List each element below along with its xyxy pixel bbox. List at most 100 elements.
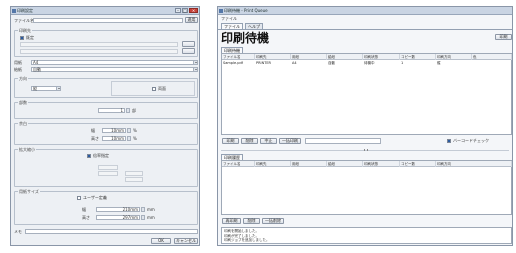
margin-width-value: 10mm xyxy=(111,128,124,133)
scaling-enable-checkbox[interactable] xyxy=(87,154,91,158)
settings-window-title: 印刷設定 xyxy=(17,8,33,13)
col-status[interactable]: 印刷状態 xyxy=(363,54,400,60)
scaling-group-label: 拡大縮小 xyxy=(18,147,36,152)
maximize-button[interactable]: □ xyxy=(182,8,188,13)
scale-field-3[interactable] xyxy=(125,171,143,176)
margin-width-label: 幅 xyxy=(91,128,95,133)
custom-width-spinner-icon[interactable] xyxy=(141,207,145,212)
printer-group-label: 印刷先 xyxy=(18,28,32,33)
custom-size-checkbox[interactable] xyxy=(77,196,81,200)
port-field[interactable] xyxy=(20,49,178,54)
source-dropdown-icon[interactable] xyxy=(193,68,197,71)
printer-setup-button[interactable] xyxy=(182,48,195,54)
cell-source: 自動 xyxy=(328,61,335,65)
filename-field[interactable] xyxy=(33,18,183,23)
custom-width-unit: mm xyxy=(147,207,155,212)
hcol-copies[interactable]: コピー数 xyxy=(400,161,436,167)
ok-button[interactable]: OK xyxy=(151,238,171,244)
queue-table-header: ファイル名 印刷先 用紙 給紙 印刷状態 コピー数 印刷方向 色 xyxy=(222,54,512,60)
queue-window-title: 印刷待機 - Print Queue xyxy=(224,8,268,13)
scale-field-2[interactable] xyxy=(98,171,118,176)
page-title: 印刷待機 xyxy=(221,31,270,45)
printer-properties-button[interactable] xyxy=(182,41,195,47)
reprint-button[interactable]: 再印刷 xyxy=(222,218,241,224)
orientation-select[interactable]: 縦 xyxy=(31,86,61,91)
custom-height-spinner-icon[interactable] xyxy=(141,215,145,220)
barcode-check-checkbox[interactable] xyxy=(447,139,451,143)
orientation-group-label: 方向 xyxy=(18,76,28,81)
duplex-checkbox[interactable] xyxy=(152,87,156,91)
col-copies[interactable]: コピー数 xyxy=(400,54,436,60)
default-printer-checkbox[interactable] xyxy=(20,36,24,40)
hcol-status[interactable]: 印刷状態 xyxy=(363,161,400,167)
hcol-orientation[interactable]: 印刷方向 xyxy=(436,161,512,167)
app-icon xyxy=(12,9,16,13)
history-table-header: ファイル名 印刷先 用紙 給紙 印刷状態 コピー数 印刷方向 xyxy=(222,161,512,167)
queue-print-button[interactable]: 印刷 xyxy=(222,138,239,144)
copies-group: 部数 1 部 xyxy=(14,100,198,119)
hcol-printer[interactable]: 印刷先 xyxy=(255,161,291,167)
queue-table: ファイル名 印刷先 用紙 給紙 印刷状態 コピー数 印刷方向 色 Sample.… xyxy=(221,53,512,135)
splitter-grip-icon[interactable] xyxy=(364,149,368,151)
scale-field-4[interactable] xyxy=(125,177,143,182)
col-color[interactable]: 色 xyxy=(472,54,512,60)
col-paper[interactable]: 用紙 xyxy=(291,54,327,60)
settings-window: 印刷設定 – □ × ファイル名 適用 印刷先 既定 用紙 A4 給紙 自動 方… xyxy=(10,6,200,246)
print-top-button[interactable]: 印刷 xyxy=(495,34,512,40)
scaling-enable-label: 倍率指定 xyxy=(93,153,109,158)
cancel-button[interactable]: キャンセル xyxy=(174,238,198,244)
custom-width-label: 幅 xyxy=(82,207,86,212)
copies-spinner-icon[interactable] xyxy=(126,108,130,113)
source-select[interactable]: 自動 xyxy=(31,67,198,72)
col-orientation[interactable]: 印刷方向 xyxy=(436,54,472,60)
custom-height-field[interactable]: 297mm xyxy=(96,215,140,220)
queue-stop-button[interactable]: 中止 xyxy=(260,138,277,144)
margin-height-field[interactable]: 10mm xyxy=(102,136,126,141)
paper-dropdown-icon[interactable] xyxy=(193,61,197,64)
copies-value: 1 xyxy=(120,108,123,113)
queue-titlebar: 印刷待機 - Print Queue xyxy=(218,7,512,15)
custom-width-value: 210mm xyxy=(122,207,138,212)
custom-height-label: 高さ xyxy=(82,215,90,220)
log-area[interactable]: 印刷を開始しました。 印刷が完了しました。 印刷ジョブを追加しました。 xyxy=(221,227,512,244)
col-source[interactable]: 給紙 xyxy=(327,54,363,60)
default-printer-label: 既定 xyxy=(26,35,34,40)
queue-info-field[interactable] xyxy=(305,138,381,144)
close-button[interactable]: × xyxy=(189,8,198,13)
minimize-button[interactable]: – xyxy=(175,8,181,13)
apply-button[interactable]: 適用 xyxy=(185,17,198,23)
margin-height-label: 高さ xyxy=(91,136,99,141)
printer-group: 印刷先 既定 xyxy=(14,28,198,57)
device-field[interactable] xyxy=(20,42,178,47)
custom-width-field[interactable]: 210mm xyxy=(96,207,140,212)
custom-size-label: ユーザー定義 xyxy=(83,195,107,200)
menu-file[interactable]: ファイル xyxy=(221,16,237,21)
margin-height-spinner-icon[interactable] xyxy=(127,136,131,141)
orientation-dropdown-icon[interactable] xyxy=(56,87,60,90)
orientation-value: 縦 xyxy=(33,86,37,91)
margin-height-unit: % xyxy=(133,136,137,141)
col-printer[interactable]: 印刷先 xyxy=(255,54,291,60)
history-delete-button[interactable]: 削除 xyxy=(243,218,260,224)
cell-printer: PRINTER xyxy=(256,61,271,65)
table-row[interactable]: Sample.pdf PRINTER A4 自動 待機中 1 縦 xyxy=(222,61,511,66)
scale-field-1[interactable] xyxy=(98,165,118,170)
memo-field[interactable] xyxy=(25,229,198,234)
copies-field[interactable]: 1 xyxy=(98,108,125,113)
cell-paper: A4 xyxy=(292,61,297,65)
queue-batch-print-button[interactable]: 一括印刷 xyxy=(279,138,301,144)
history-batch-delete-button[interactable]: 一括削除 xyxy=(262,218,284,224)
col-filename[interactable]: ファイル名 xyxy=(222,54,255,60)
hcol-filename[interactable]: ファイル名 xyxy=(222,161,255,167)
barcode-check-label: バーコードチェック xyxy=(453,138,489,143)
cell-color xyxy=(472,61,512,66)
custom-size-group: 用紙サイズ ユーザー定義 幅 210mm mm 高さ 297mm mm xyxy=(14,189,198,225)
queue-delete-button[interactable]: 削除 xyxy=(241,138,258,144)
margin-width-field[interactable]: 10mm xyxy=(102,128,126,133)
margin-width-spinner-icon[interactable] xyxy=(127,128,131,133)
filename-label: ファイル名 xyxy=(14,18,34,23)
orientation-group: 方向 縦 両面 xyxy=(14,76,198,98)
hcol-paper[interactable]: 用紙 xyxy=(291,161,327,167)
hcol-source[interactable]: 給紙 xyxy=(327,161,363,167)
paper-select[interactable]: A4 xyxy=(31,60,198,65)
